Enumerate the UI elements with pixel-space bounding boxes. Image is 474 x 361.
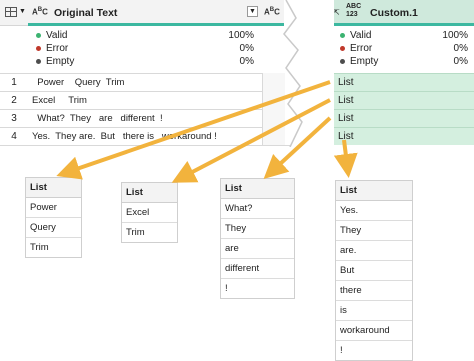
column-title-custom: Custom.1 (370, 7, 418, 19)
list-item: different (221, 259, 294, 279)
row-number: 3 (0, 109, 28, 127)
list-item: is (336, 301, 412, 321)
list-cell[interactable]: List (332, 127, 474, 145)
list-item: Excel (122, 203, 177, 223)
type-line-2: 123 (346, 11, 358, 18)
row-number: 1 (0, 73, 28, 91)
text-type-icon[interactable]: ABC (32, 6, 48, 17)
stat-label: Empty (350, 56, 379, 67)
stat-value: 100% (228, 30, 254, 41)
list-item: They (221, 219, 294, 239)
stat-label: Valid (350, 30, 372, 41)
list-item: What? (221, 199, 294, 219)
stat-error-custom: Error 0% (340, 43, 468, 55)
list-cell[interactable]: List (332, 73, 474, 91)
stat-valid-custom: Valid 100% (340, 30, 468, 42)
stat-error: Error 0% (36, 43, 258, 55)
stat-value: 0% (453, 56, 468, 67)
stat-value: 0% (239, 56, 254, 67)
type-line-1: ABC (346, 3, 362, 10)
list-item: They (336, 221, 412, 241)
row-number: 4 (0, 127, 28, 145)
list-item: workaround (336, 321, 412, 341)
list-table-4: List Yes. They are. But there is workaro… (335, 180, 413, 361)
original-text-cell[interactable]: Yes. They are. But there is workaround ! (28, 127, 262, 145)
stats-right: Valid 100% Error 0% Empty 0% (332, 26, 474, 73)
stat-empty: Empty 0% (36, 56, 258, 68)
list-header: List (26, 178, 81, 198)
list-item: Yes. (336, 201, 412, 221)
list-cell[interactable]: List (332, 109, 474, 127)
list-item: But (336, 261, 412, 281)
column-title-original-text: Original Text (54, 7, 118, 19)
list-item: are (221, 239, 294, 259)
any-type-icon[interactable]: ABC 123 (346, 3, 361, 19)
stat-label: Empty (46, 56, 75, 67)
list-table-3: List What? They are different ! (220, 178, 295, 299)
stat-valid: Valid 100% (36, 30, 258, 42)
list-item: Power (26, 198, 81, 218)
list-header: List (336, 181, 412, 201)
original-text-cell[interactable]: Power Query Trim (28, 73, 262, 91)
row-number-header: ▼ (0, 0, 28, 26)
list-header: List (122, 183, 177, 203)
stat-label: Error (350, 43, 373, 54)
list-item: Trim (126, 227, 145, 238)
list-item: Query (26, 218, 81, 238)
original-text-cell[interactable]: Excel Trim (28, 91, 262, 109)
torn-edge (283, 0, 334, 147)
list-item: ! (225, 283, 228, 294)
original-text-cell[interactable]: What? They are different ! (28, 109, 262, 127)
stat-label: Valid (46, 30, 68, 41)
list-table-1: List Power Query Trim (25, 177, 82, 258)
row-number: 2 (0, 91, 28, 109)
stat-empty-custom: Empty 0% (340, 56, 468, 68)
list-item: are. (336, 241, 412, 261)
filter-dropdown-icon[interactable]: ▼ (247, 6, 258, 17)
list-item: there (336, 281, 412, 301)
stat-value: 0% (239, 43, 254, 54)
list-item: Trim (30, 242, 49, 253)
stat-value: 100% (442, 30, 468, 41)
table-menu-dropdown-icon[interactable]: ▼ (19, 8, 26, 15)
list-item: ! (340, 345, 343, 356)
stat-label: Error (46, 43, 69, 54)
expand-column-icon[interactable]: ⇱ (333, 8, 340, 17)
list-cell[interactable]: List (332, 91, 474, 109)
stat-value: 0% (453, 43, 468, 54)
list-header: List (221, 179, 294, 199)
list-table-2: List Excel Trim (121, 182, 178, 243)
table-menu-icon[interactable] (5, 7, 17, 17)
